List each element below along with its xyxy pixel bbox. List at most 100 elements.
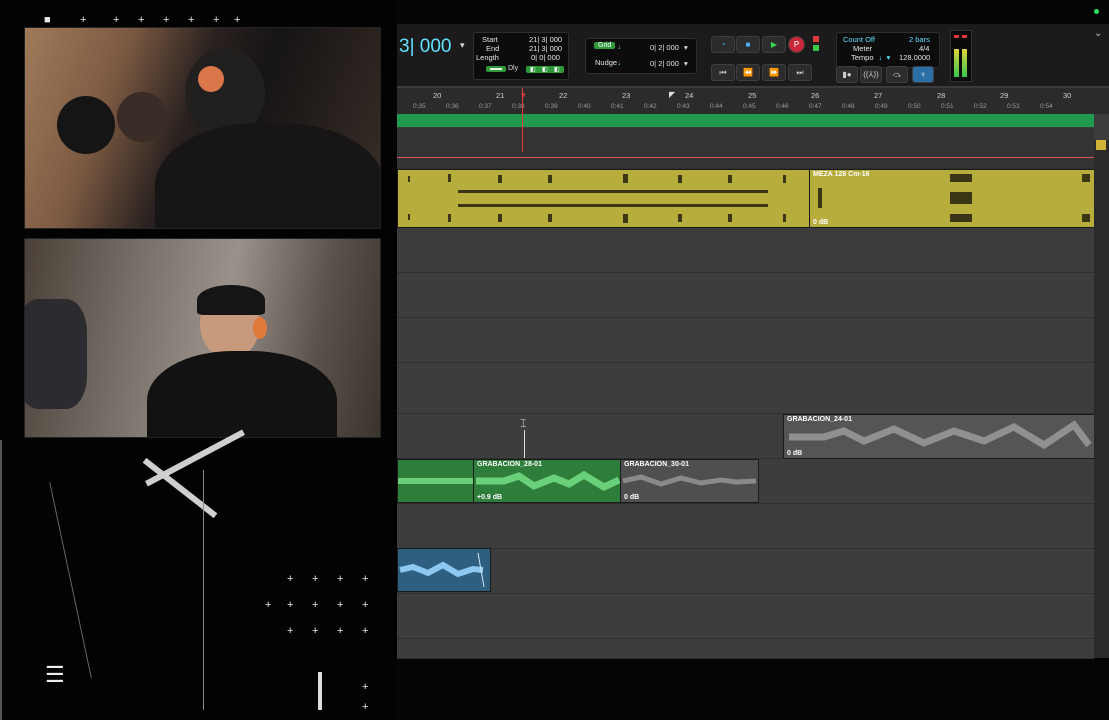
overlay-plus-marker: +	[188, 14, 195, 26]
track-row-automation[interactable]	[397, 150, 1094, 169]
track-row[interactable]	[397, 639, 1094, 659]
selection-lcd: Start 21| 3| 000 End 21| 3| 000 Length 0…	[473, 32, 569, 80]
clip-name: GRABACION_28-01	[477, 461, 542, 468]
audio-clip-blue[interactable]	[397, 548, 491, 592]
microphone-shape	[57, 96, 115, 154]
length-field[interactable]: 0| 0| 000	[531, 53, 560, 62]
count-off-label[interactable]: Count Off	[843, 35, 875, 44]
sync-icon[interactable]: ◧	[550, 66, 564, 73]
counter-dropdown-icon[interactable]: ▾	[460, 40, 465, 51]
overlay-plus-marker: +	[362, 681, 369, 693]
metronome-icon[interactable]: ♆	[912, 66, 934, 83]
record-button[interactable]: P	[788, 36, 805, 53]
bar-marker: 25	[748, 91, 757, 100]
time-marker: 0:52	[974, 103, 987, 110]
overlay-plus-marker: +	[138, 14, 145, 26]
grid-nudge-lcd: Grid ♩ 0| 2| 000 ▾ Nudge ♩ 0| 2| 000 ▾	[585, 38, 697, 74]
overlay-plus-marker: +	[234, 14, 241, 26]
window-menu-icon[interactable]: ⌄	[1094, 28, 1102, 39]
start-field[interactable]: 21| 3| 000	[529, 35, 562, 44]
conductor-icon[interactable]: ⤼	[886, 66, 908, 83]
overlay-plus-marker: +	[362, 625, 369, 637]
status-dot	[1094, 9, 1099, 14]
clip-gain[interactable]: 0 dB	[813, 219, 828, 226]
overlay-stripe	[318, 672, 322, 710]
track-row[interactable]	[397, 128, 1094, 151]
stop-icon[interactable]: ■	[736, 36, 760, 53]
meter-right-channel	[962, 49, 967, 77]
meter-value[interactable]: 4/4	[919, 44, 929, 53]
timeline-ruler[interactable]: 20 21 22 23 24 25 26 27 28 29 30 0:35 0:…	[397, 88, 1109, 114]
main-counter: 3| 000	[399, 36, 452, 57]
overlay-plus-marker: +	[287, 625, 294, 637]
nudge-value-field[interactable]: 0| 2| 000	[650, 59, 679, 68]
time-marker: 0:39	[545, 103, 558, 110]
wait-for-note-icon[interactable]: ▮●	[836, 66, 858, 83]
track-row[interactable]	[397, 228, 1094, 273]
track-row[interactable]	[397, 549, 1094, 594]
clip-name: GRABACION_24-01	[787, 416, 852, 423]
online-indicator	[813, 45, 819, 51]
time-marker: 0:42	[644, 103, 657, 110]
audio-clip-previous[interactable]	[397, 459, 475, 503]
clip-gain[interactable]: 0 dB	[787, 450, 802, 457]
overlay-plus-marker: +	[287, 599, 294, 611]
loop-end-marker-icon[interactable]: ◤	[669, 90, 675, 99]
track-row[interactable]	[397, 363, 1094, 414]
overlay-plus-marker: +	[265, 599, 272, 611]
loop-icon[interactable]: ◔	[711, 36, 735, 53]
person-body	[155, 123, 380, 228]
overlay-plus-marker: +	[80, 14, 87, 26]
transport-toolbar: 3| 000 ▾ Start 21| 3| 000 End 21| 3| 000…	[397, 24, 1109, 86]
headphone-shape	[198, 66, 224, 92]
waveform	[818, 174, 1090, 222]
time-marker: 0:41	[611, 103, 624, 110]
loop-range-bar[interactable]	[397, 114, 1094, 127]
bar-marker: 29	[1000, 91, 1009, 100]
bar-marker: 27	[874, 91, 883, 100]
time-marker: 0:47	[809, 103, 822, 110]
meter-label: Meter	[853, 44, 873, 53]
rewind-icon[interactable]: ⏪	[736, 64, 760, 81]
return-to-zero-icon[interactable]: ⏮	[711, 64, 735, 81]
audio-clip-beat-left[interactable]	[397, 169, 811, 228]
bar-marker: 22	[559, 91, 568, 100]
audio-clip-grabacion-30[interactable]: GRABACION_30-01 0 dB	[620, 459, 759, 503]
go-to-end-icon[interactable]: ⏭	[788, 64, 812, 81]
waveform	[398, 478, 474, 484]
play-icon[interactable]: ▶	[762, 36, 786, 53]
grid-dropdown-icon[interactable]: ▾	[684, 43, 688, 52]
bar-marker: 23	[622, 91, 631, 100]
audio-clip-grabacion-24[interactable]: GRABACION_24-01 0 dB	[783, 414, 1096, 459]
grid-button[interactable]: Grid	[594, 42, 616, 49]
track-row[interactable]	[397, 273, 1094, 318]
time-marker: 0:46	[776, 103, 789, 110]
person-body	[147, 351, 337, 437]
end-field[interactable]: 21| 3| 000	[529, 44, 562, 53]
overlay-plus-marker: +	[113, 14, 120, 26]
audio-clip-beat[interactable]: MEZA 128 Cm-16 0 dB	[809, 169, 1096, 228]
time-marker: 0:45	[743, 103, 756, 110]
vertical-scrollbar[interactable]	[1094, 140, 1109, 658]
time-marker: 0:37	[479, 103, 492, 110]
person-silhouette	[25, 299, 87, 409]
delay-label[interactable]: Dly	[508, 65, 518, 72]
grid-value-field[interactable]: 0| 2| 000	[650, 43, 679, 52]
click-icon[interactable]: ((⅄))	[860, 66, 882, 83]
overlay-plus-marker: +	[312, 625, 319, 637]
pre-post-roll-icon[interactable]: ▬▬	[486, 66, 506, 72]
track-row[interactable]	[397, 504, 1094, 549]
zoom-toggle-icon[interactable]	[1096, 140, 1106, 150]
nudge-dropdown-icon[interactable]: ▾	[684, 59, 688, 68]
tempo-value-field[interactable]: 128.0000	[899, 53, 930, 62]
clip-gain[interactable]: 0 dB	[624, 494, 639, 501]
track-row[interactable]	[397, 318, 1094, 363]
overlay-divider	[0, 440, 2, 720]
grid-note-icon: ♩	[618, 42, 626, 51]
automation-line[interactable]	[397, 157, 1094, 158]
overlay-plus-marker: +	[213, 14, 220, 26]
clip-gain[interactable]: +0.9 dB	[477, 494, 502, 501]
track-row[interactable]	[397, 594, 1094, 639]
audio-clip-grabacion-28[interactable]: GRABACION_28-01 +0.9 dB	[473, 459, 622, 503]
fast-forward-icon[interactable]: ⏩	[762, 64, 786, 81]
